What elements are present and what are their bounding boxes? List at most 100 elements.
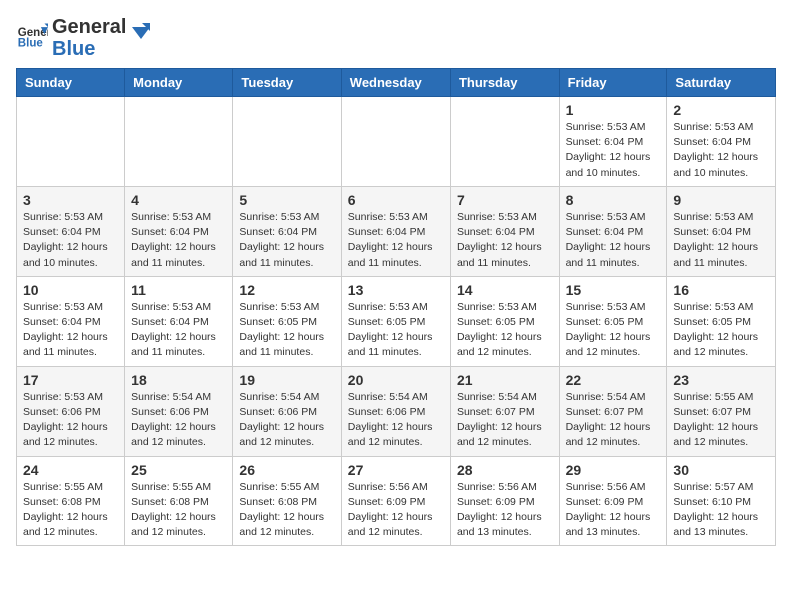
day-info: Sunrise: 5:54 AMSunset: 6:06 PMDaylight:… (131, 390, 226, 451)
day-number: 14 (457, 282, 553, 298)
weekday-header-wednesday: Wednesday (341, 69, 450, 97)
svg-text:Blue: Blue (18, 38, 44, 50)
calendar-cell: 13Sunrise: 5:53 AMSunset: 6:05 PMDayligh… (341, 276, 450, 366)
day-number: 25 (131, 462, 226, 478)
calendar-cell: 9 Sunrise: 5:53 AMSunset: 6:04 PMDaylight… (667, 186, 776, 276)
day-number: 3 (23, 192, 118, 208)
day-number: 15 (566, 282, 661, 298)
calendar-week-row: 1 Sunrise: 5:53 AMSunset: 6:04 PMDaylight… (17, 97, 776, 187)
day-info: Sunrise: 5:56 AMSunset: 6:09 PMDaylight:… (566, 480, 661, 541)
day-number: 26 (239, 462, 334, 478)
day-info: Sunrise: 5:53 AMSunset: 6:04 PMDaylight:… (673, 210, 769, 271)
day-info: Sunrise: 5:57 AMSunset: 6:10 PMDaylight:… (673, 480, 769, 541)
day-number: 9 (673, 192, 769, 208)
weekday-header-sunday: Sunday (17, 69, 125, 97)
day-info: Sunrise: 5:55 AMSunset: 6:08 PMDaylight:… (239, 480, 334, 541)
calendar-cell: 19 Sunrise: 5:54 AMSunset: 6:06 PMDayligh… (233, 366, 341, 456)
calendar-cell: 17 Sunrise: 5:53 AMSunset: 6:06 PMDayligh… (17, 366, 125, 456)
day-info: Sunrise: 5:55 AMSunset: 6:07 PMDaylight:… (673, 390, 769, 451)
day-number: 27 (348, 462, 444, 478)
calendar-cell (341, 97, 450, 187)
day-number: 11 (131, 282, 226, 298)
day-number: 1 (566, 102, 661, 118)
calendar-week-row: 24 Sunrise: 5:55 AMSunset: 6:08 PMDayligh… (17, 456, 776, 546)
day-info: Sunrise: 5:54 AMSunset: 6:07 PMDaylight:… (566, 390, 661, 451)
day-info: Sunrise: 5:53 AMSunset: 6:05 PMDaylight:… (566, 300, 661, 361)
day-info: Sunrise: 5:53 AMSunset: 6:06 PMDaylight:… (23, 390, 118, 451)
day-number: 28 (457, 462, 553, 478)
day-info: Sunrise: 5:55 AMSunset: 6:08 PMDaylight:… (23, 480, 118, 541)
calendar-cell: 5 Sunrise: 5:53 AMSunset: 6:04 PMDaylight… (233, 186, 341, 276)
calendar-cell: 22 Sunrise: 5:54 AMSunset: 6:07 PMDayligh… (559, 366, 667, 456)
day-number: 5 (239, 192, 334, 208)
day-info: Sunrise: 5:54 AMSunset: 6:07 PMDaylight:… (457, 390, 553, 451)
day-number: 29 (566, 462, 661, 478)
day-number: 20 (348, 372, 444, 388)
calendar-cell (450, 97, 559, 187)
calendar-cell: 2 Sunrise: 5:53 AMSunset: 6:04 PMDaylight… (667, 97, 776, 187)
day-info: Sunrise: 5:53 AMSunset: 6:04 PMDaylight:… (566, 210, 661, 271)
day-number: 17 (23, 372, 118, 388)
day-number: 22 (566, 372, 661, 388)
day-number: 19 (239, 372, 334, 388)
day-info: Sunrise: 5:56 AMSunset: 6:09 PMDaylight:… (457, 480, 553, 541)
weekday-header-tuesday: Tuesday (233, 69, 341, 97)
calendar-cell: 29 Sunrise: 5:56 AMSunset: 6:09 PMDayligh… (559, 456, 667, 546)
day-info: Sunrise: 5:53 AMSunset: 6:04 PMDaylight:… (23, 210, 118, 271)
day-number: 8 (566, 192, 661, 208)
day-info: Sunrise: 5:54 AMSunset: 6:06 PMDaylight:… (239, 390, 334, 451)
calendar-cell: 16Sunrise: 5:53 AMSunset: 6:05 PMDayligh… (667, 276, 776, 366)
day-info: Sunrise: 5:53 AMSunset: 6:05 PMDaylight:… (239, 300, 334, 361)
day-info: Sunrise: 5:53 AMSunset: 6:04 PMDaylight:… (673, 120, 769, 181)
day-number: 30 (673, 462, 769, 478)
day-number: 18 (131, 372, 226, 388)
calendar-cell (125, 97, 233, 187)
day-info: Sunrise: 5:54 AMSunset: 6:06 PMDaylight:… (348, 390, 444, 451)
day-info: Sunrise: 5:53 AMSunset: 6:04 PMDaylight:… (348, 210, 444, 271)
calendar-cell: 12 Sunrise: 5:53 AMSunset: 6:05 PMDayligh… (233, 276, 341, 366)
calendar-cell: 24 Sunrise: 5:55 AMSunset: 6:08 PMDayligh… (17, 456, 125, 546)
calendar-cell: 18 Sunrise: 5:54 AMSunset: 6:06 PMDayligh… (125, 366, 233, 456)
calendar-cell: 11Sunrise: 5:53 AMSunset: 6:04 PMDayligh… (125, 276, 233, 366)
weekday-header-thursday: Thursday (450, 69, 559, 97)
page-header: General Blue General Blue (16, 16, 776, 60)
day-info: Sunrise: 5:53 AMSunset: 6:05 PMDaylight:… (457, 300, 553, 361)
day-info: Sunrise: 5:53 AMSunset: 6:04 PMDaylight:… (131, 210, 226, 271)
weekday-header-friday: Friday (559, 69, 667, 97)
calendar-week-row: 10 Sunrise: 5:53 AMSunset: 6:04 PMDayligh… (17, 276, 776, 366)
calendar-cell: 26 Sunrise: 5:55 AMSunset: 6:08 PMDayligh… (233, 456, 341, 546)
calendar-cell: 7Sunrise: 5:53 AMSunset: 6:04 PMDaylight… (450, 186, 559, 276)
calendar-cell: 10 Sunrise: 5:53 AMSunset: 6:04 PMDayligh… (17, 276, 125, 366)
logo: General Blue General Blue (16, 16, 150, 60)
day-number: 12 (239, 282, 334, 298)
calendar-cell: 4 Sunrise: 5:53 AMSunset: 6:04 PMDaylight… (125, 186, 233, 276)
calendar-cell: 21 Sunrise: 5:54 AMSunset: 6:07 PMDayligh… (450, 366, 559, 456)
calendar-cell: 27 Sunrise: 5:56 AMSunset: 6:09 PMDayligh… (341, 456, 450, 546)
logo-blue-text: Blue (52, 38, 126, 60)
day-info: Sunrise: 5:53 AMSunset: 6:05 PMDaylight:… (673, 300, 769, 361)
calendar-cell: 20 Sunrise: 5:54 AMSunset: 6:06 PMDayligh… (341, 366, 450, 456)
day-info: Sunrise: 5:53 AMSunset: 6:04 PMDaylight:… (239, 210, 334, 271)
calendar-cell (233, 97, 341, 187)
day-number: 21 (457, 372, 553, 388)
day-info: Sunrise: 5:53 AMSunset: 6:04 PMDaylight:… (457, 210, 553, 271)
calendar-cell: 3 Sunrise: 5:53 AMSunset: 6:04 PMDaylight… (17, 186, 125, 276)
calendar-week-row: 17 Sunrise: 5:53 AMSunset: 6:06 PMDayligh… (17, 366, 776, 456)
day-info: Sunrise: 5:53 AMSunset: 6:04 PMDaylight:… (23, 300, 118, 361)
calendar-cell: 15 Sunrise: 5:53 AMSunset: 6:05 PMDayligh… (559, 276, 667, 366)
calendar-cell: 8 Sunrise: 5:53 AMSunset: 6:04 PMDaylight… (559, 186, 667, 276)
day-number: 24 (23, 462, 118, 478)
day-number: 4 (131, 192, 226, 208)
weekday-header-saturday: Saturday (667, 69, 776, 97)
day-number: 2 (673, 102, 769, 118)
calendar-cell: 25Sunrise: 5:55 AMSunset: 6:08 PMDayligh… (125, 456, 233, 546)
calendar-cell: 23 Sunrise: 5:55 AMSunset: 6:07 PMDayligh… (667, 366, 776, 456)
calendar-week-row: 3 Sunrise: 5:53 AMSunset: 6:04 PMDaylight… (17, 186, 776, 276)
logo-arrow-icon (128, 21, 150, 43)
calendar-cell (17, 97, 125, 187)
day-info: Sunrise: 5:56 AMSunset: 6:09 PMDaylight:… (348, 480, 444, 541)
day-number: 10 (23, 282, 118, 298)
calendar-cell: 28 Sunrise: 5:56 AMSunset: 6:09 PMDayligh… (450, 456, 559, 546)
calendar-cell: 6Sunrise: 5:53 AMSunset: 6:04 PMDaylight… (341, 186, 450, 276)
day-number: 23 (673, 372, 769, 388)
